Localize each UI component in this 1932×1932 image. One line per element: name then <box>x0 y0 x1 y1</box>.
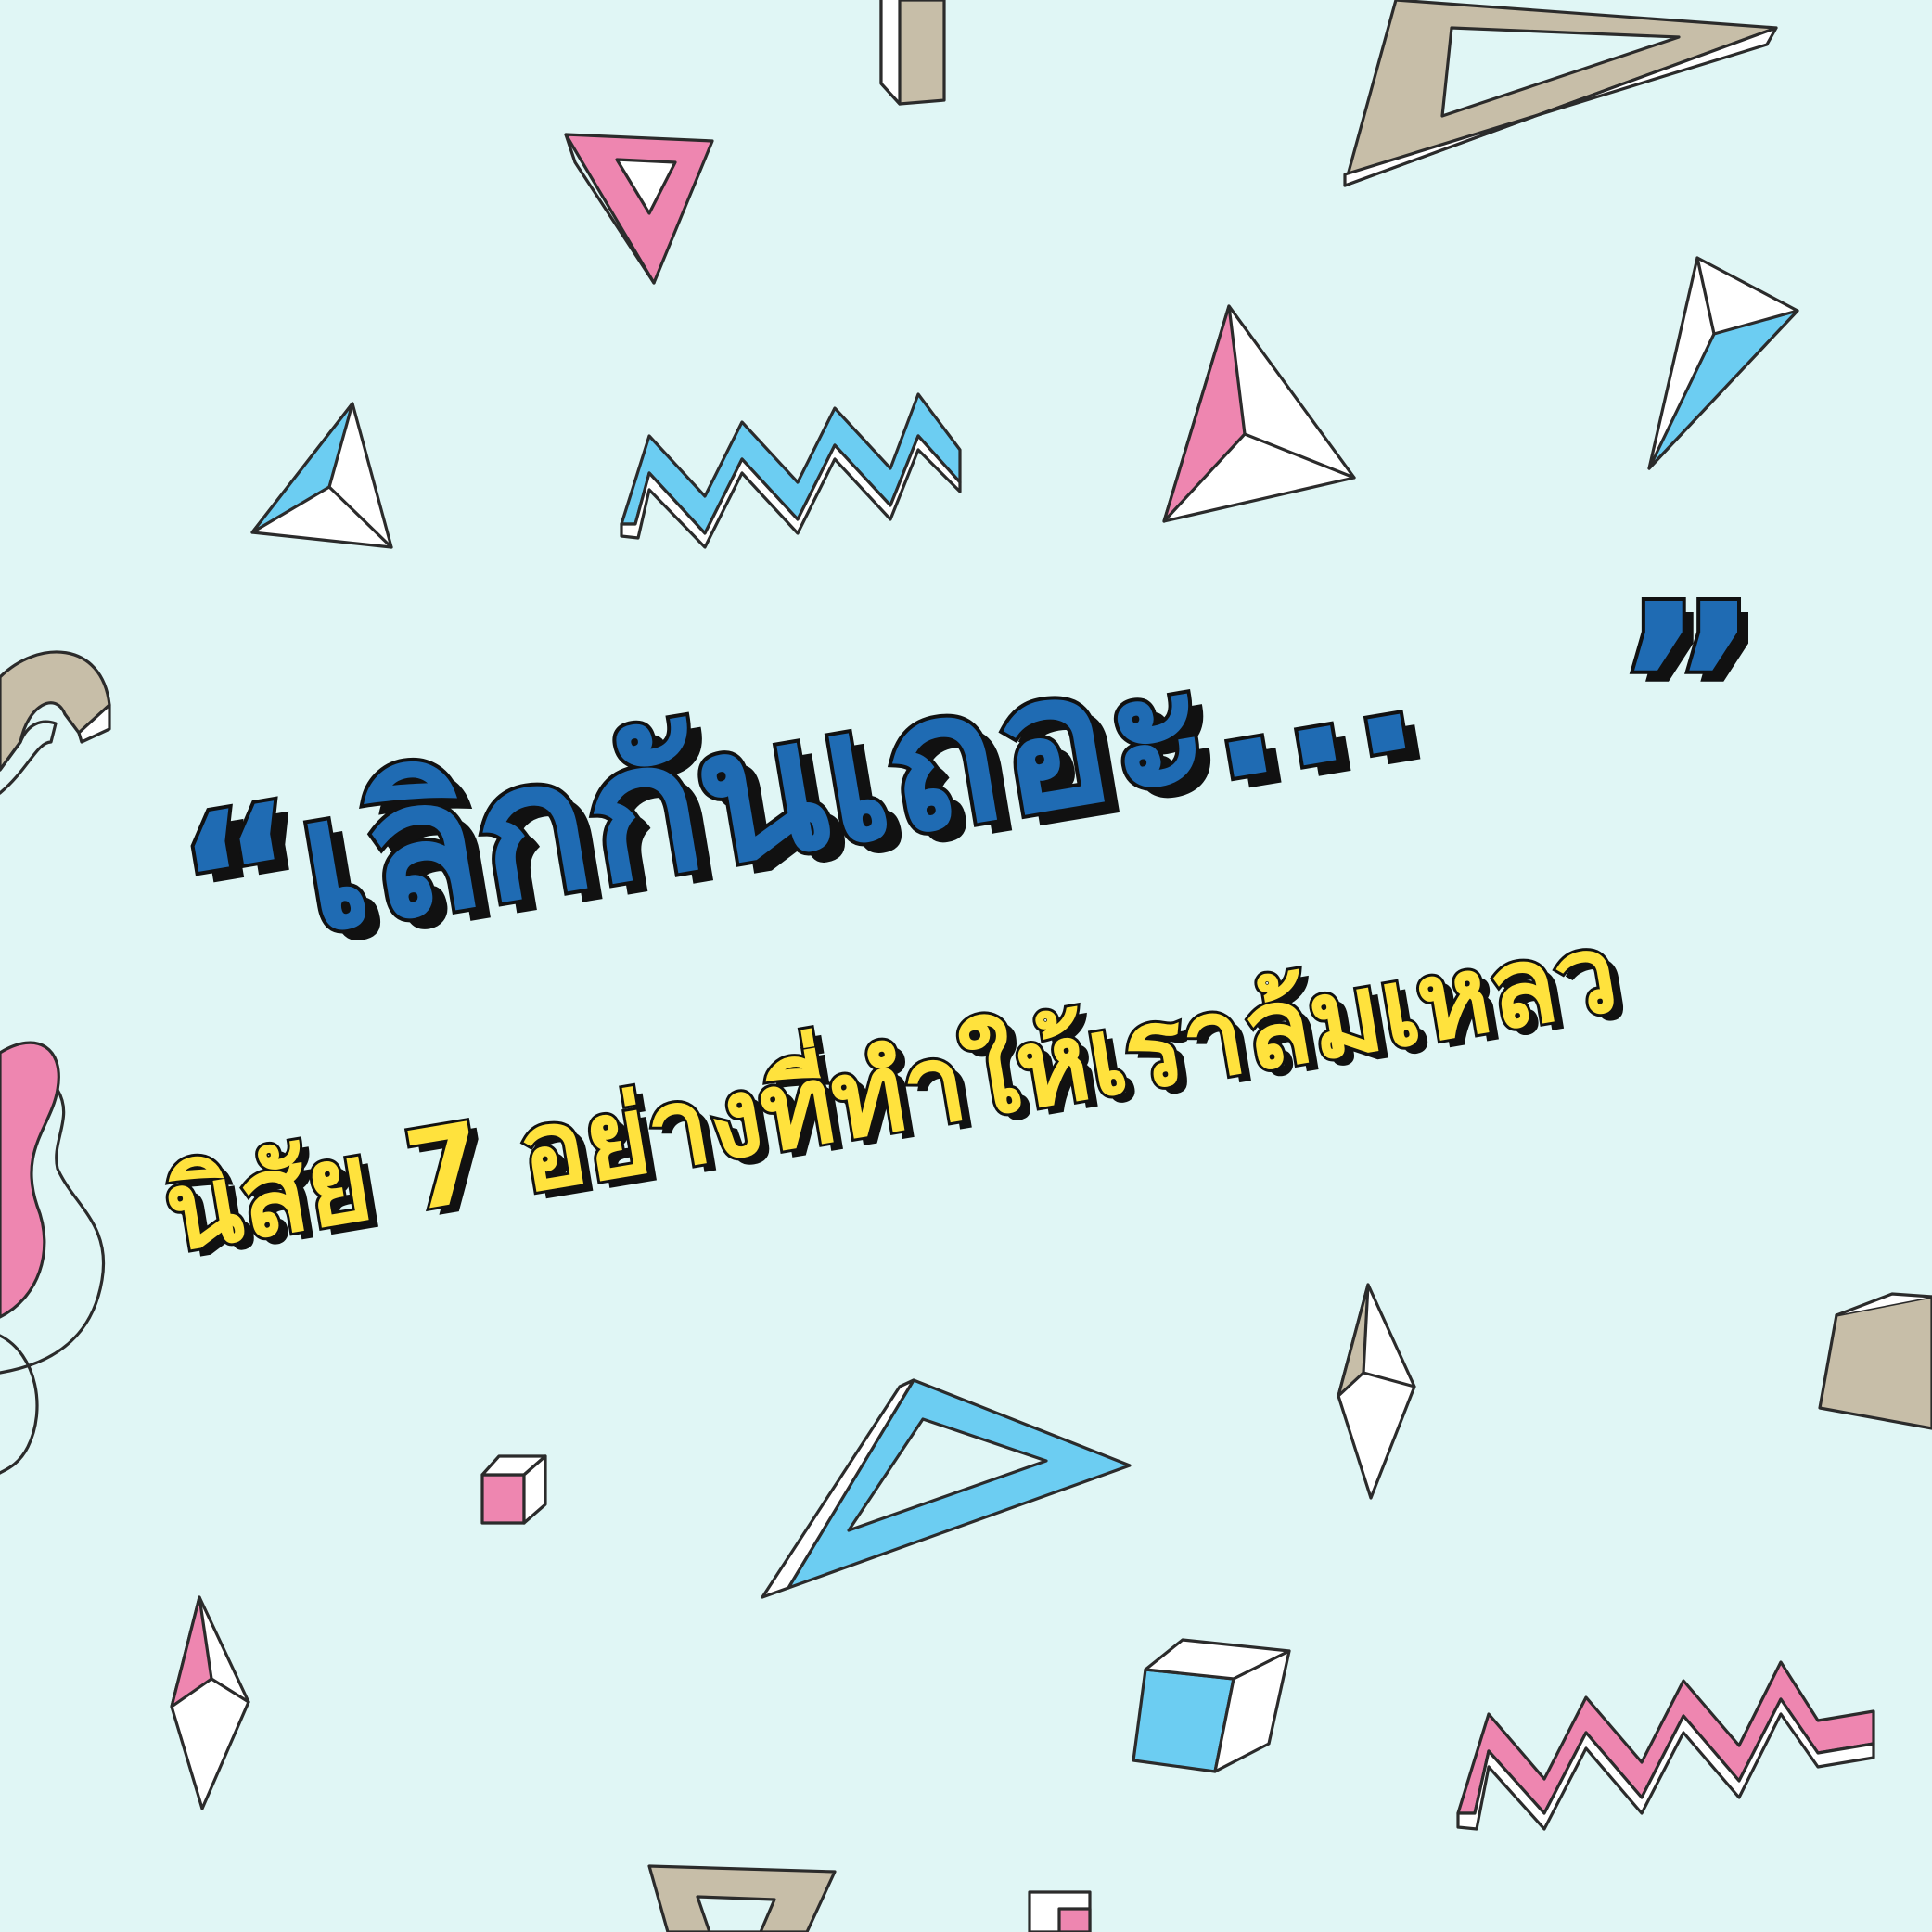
tan-triangle-icon <box>1343 0 1778 187</box>
blue-triangle-frame-icon <box>761 1378 1132 1599</box>
blue-pyramid-small-icon <box>250 402 393 549</box>
blue-zigzag-icon <box>620 392 962 549</box>
pink-block-icon <box>1028 1890 1092 1932</box>
pink-swirl-icon <box>0 1041 106 1475</box>
pink-pyramid-icon <box>1162 304 1356 523</box>
tan-cube-icon <box>1818 1292 1932 1430</box>
poster-canvas: ” “เลิกกันเถอะ... นิสัย 7 อย่างที่ทำให้เ… <box>0 0 1932 1932</box>
tan-diamond-icon <box>1337 1283 1416 1500</box>
pink-triangle-icon <box>564 133 714 285</box>
pink-diamond-icon <box>170 1595 250 1810</box>
tan-triangle-bottom-icon <box>647 1864 837 1932</box>
tan-pillar-icon <box>879 0 946 106</box>
pink-cube-icon <box>480 1454 547 1525</box>
blue-pyramid-icon <box>1647 256 1799 470</box>
pink-zigzag-icon <box>1456 1660 1875 1831</box>
decoration-layer <box>0 0 1932 1932</box>
blue-cube-icon <box>1132 1638 1291 1773</box>
tan-swirl-icon <box>0 650 111 795</box>
